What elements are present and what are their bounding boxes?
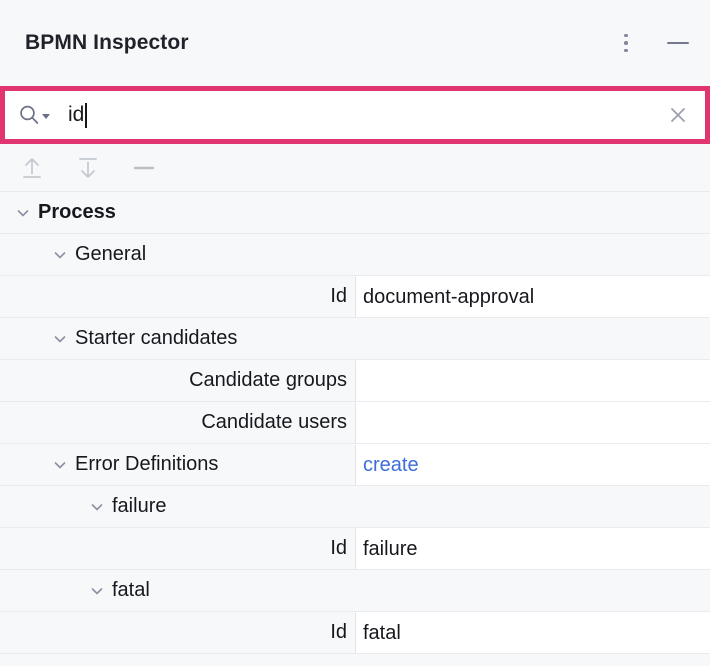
tree-row[interactable]: fatal: [0, 570, 710, 612]
tree-row-label: Candidate groups: [189, 369, 347, 392]
tree-row[interactable]: General: [0, 234, 710, 276]
tree-toolbar: [0, 144, 710, 192]
titlebar-actions: [610, 27, 694, 59]
tree-row-value-text: failure: [363, 538, 417, 561]
bpmn-inspector-window: BPMN Inspector id: [0, 0, 710, 666]
tree-row-label-cell: Candidate users: [0, 402, 355, 443]
tree-row-value-input[interactable]: [355, 402, 710, 443]
chevron-down-icon[interactable]: [51, 246, 69, 264]
dash-icon: [131, 155, 157, 181]
tree-row-value-text: fatal: [363, 622, 401, 645]
search-icon: [18, 104, 40, 126]
chevron-down-icon[interactable]: [88, 582, 106, 600]
tree-row-value: [355, 192, 710, 233]
tree-row[interactable]: failure: [0, 486, 710, 528]
chevron-down-icon[interactable]: [88, 498, 106, 516]
tree-row-value: [355, 234, 710, 275]
tree-row-label-cell: Id: [0, 612, 355, 653]
arrow-down-to-line-icon: [75, 155, 101, 181]
chevron-down-icon: [42, 114, 50, 119]
tree-row-label: Process: [38, 201, 116, 224]
create-link[interactable]: create: [363, 454, 419, 477]
tree-row-value-input[interactable]: failure: [355, 528, 710, 569]
tree-row-label: fatal: [112, 579, 150, 602]
search-input-value: id: [68, 103, 84, 127]
tree-row[interactable]: Process: [0, 192, 710, 234]
search-options-button[interactable]: [18, 104, 50, 126]
tree-row-label: Id: [330, 621, 347, 644]
minimize-button[interactable]: [662, 27, 694, 59]
tree-row[interactable]: Candidate users: [0, 402, 710, 444]
tree-row-label-cell: Id: [0, 276, 355, 317]
tree-row-label-cell: failure: [0, 486, 355, 527]
arrow-up-to-line-icon: [19, 155, 45, 181]
kebab-menu-icon: [624, 34, 628, 53]
close-icon: [668, 105, 688, 125]
tree-row-label: General: [75, 243, 146, 266]
search-bar[interactable]: id: [0, 86, 710, 144]
minimize-icon: [667, 42, 689, 45]
window-titlebar: BPMN Inspector: [0, 0, 710, 86]
tree-row[interactable]: Error Definitions create: [0, 444, 710, 486]
tree-row-label: Error Definitions: [75, 453, 218, 476]
tree-row[interactable]: Candidate groups: [0, 360, 710, 402]
text-cursor: [85, 103, 87, 128]
tree-row-value-input[interactable]: fatal: [355, 612, 710, 653]
property-tree: Process General Id document-approval Starter…: [0, 192, 710, 666]
search-input[interactable]: id: [68, 103, 665, 128]
tree-row[interactable]: Id failure: [0, 528, 710, 570]
clear-search-button[interactable]: [665, 102, 691, 128]
tree-row-label-cell: Error Definitions: [0, 444, 355, 485]
tree-row-label: Starter candidates: [75, 327, 237, 350]
tree-row-label-cell: General: [0, 234, 355, 275]
tree-row-value: [355, 486, 710, 527]
tree-row-label: Id: [330, 537, 347, 560]
tree-row-label-cell: Process: [0, 192, 355, 233]
tree-row[interactable]: Starter candidates: [0, 318, 710, 360]
tree-row-value-input[interactable]: document-approval: [355, 276, 710, 317]
tree-row-value-input[interactable]: [355, 360, 710, 401]
chevron-down-icon[interactable]: [14, 204, 32, 222]
chevron-down-icon[interactable]: [51, 456, 69, 474]
tree-row-label-cell: Starter candidates: [0, 318, 355, 359]
tree-row-label: Candidate users: [201, 411, 347, 434]
tree-row-label-cell: [0, 654, 355, 666]
tree-row-label-cell: fatal: [0, 570, 355, 611]
collapse-all-button[interactable]: [70, 151, 106, 185]
collapse-button[interactable]: [126, 151, 162, 185]
page-title: BPMN Inspector: [25, 31, 610, 55]
tree-row-value: [355, 654, 710, 666]
tree-row-label: Id: [330, 285, 347, 308]
tree-row-value-text: document-approval: [363, 286, 534, 309]
expand-all-button[interactable]: [14, 151, 50, 185]
tree-row-label: failure: [112, 495, 166, 518]
tree-row-value-input[interactable]: create: [355, 444, 710, 485]
tree-row[interactable]: Id document-approval: [0, 276, 710, 318]
tree-row[interactable]: Idfatal: [0, 612, 710, 654]
tree-row-value: [355, 570, 710, 611]
kebab-menu-button[interactable]: [610, 27, 642, 59]
tree-row[interactable]: [0, 654, 710, 666]
tree-row-value: [355, 318, 710, 359]
tree-row-label-cell: Id: [0, 528, 355, 569]
tree-row-label-cell: Candidate groups: [0, 360, 355, 401]
chevron-down-icon[interactable]: [51, 330, 69, 348]
